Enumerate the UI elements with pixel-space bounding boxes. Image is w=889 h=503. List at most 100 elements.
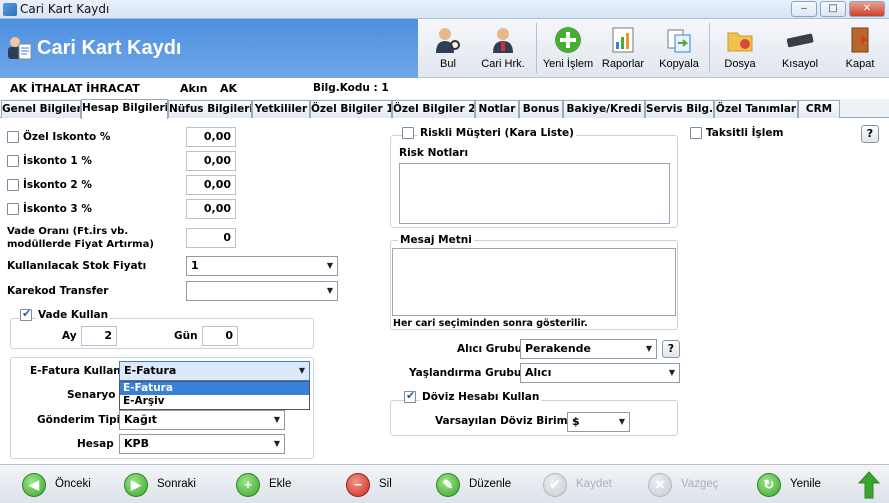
ozel-iskonto-input[interactable]: 0,00 — [186, 127, 236, 147]
efatura-option-efatura[interactable]: E-Fatura — [120, 382, 309, 395]
mesaj-metni-textarea[interactable] — [392, 248, 676, 316]
iskonto3-input[interactable]: 0,00 — [186, 199, 236, 219]
new-transaction-button[interactable]: Yeni İşlem — [540, 19, 596, 78]
vade-orani-input[interactable]: 0 — [186, 228, 236, 248]
scroll-top-arrow-icon[interactable] — [858, 471, 880, 499]
efatura-option-earsiv[interactable]: E-Arşiv — [120, 395, 309, 408]
person-icon — [493, 28, 513, 53]
close-window-button[interactable]: ✕ — [849, 1, 885, 17]
help-button[interactable]: ? — [861, 125, 879, 143]
shortcut-button[interactable]: Kısayol — [774, 19, 826, 78]
iskonto1-checkbox[interactable] — [7, 155, 19, 167]
iskonto3-checkbox[interactable] — [7, 203, 19, 215]
ozel-iskonto-checkbox[interactable] — [7, 131, 19, 143]
riskli-musteri-label: Riskli Müşteri (Kara Liste) — [418, 127, 576, 139]
gun-input[interactable]: 0 — [202, 326, 238, 346]
doviz-birimi-select[interactable]: $ ▼ — [567, 412, 630, 432]
ozel-iskonto-label: Özel Iskonto % — [23, 131, 111, 143]
efatura-dropdown-list: E-Fatura E-Arşiv — [119, 381, 310, 410]
doviz-hesabi-checkbox[interactable] — [404, 389, 416, 403]
tab-bakiye-kredi[interactable]: Bakiye/Kredi — [563, 100, 645, 118]
file-button[interactable]: Dosya — [714, 19, 766, 78]
find-button[interactable]: Bul — [426, 19, 470, 78]
tab-bar: Genel Bilgiler Hesap Bilgileri Nüfus Bil… — [0, 99, 889, 119]
iskonto2-label: İskonto 2 % — [23, 179, 92, 191]
folder-icon — [727, 32, 753, 52]
toolbar-separator — [536, 23, 537, 73]
maximize-button[interactable]: □ — [820, 1, 846, 17]
iskonto2-input[interactable]: 0,00 — [186, 175, 236, 195]
tab-bonus[interactable]: Bonus — [519, 100, 563, 118]
tab-ozel-tanimlar[interactable]: Özel Tanımlar — [714, 100, 798, 118]
chevron-down-icon: ▼ — [273, 439, 280, 448]
iskonto1-input[interactable]: 0,00 — [186, 151, 236, 171]
doviz-birimi-value: $ — [572, 415, 580, 428]
vade-orani-label-line1: Vade Oranı (Ft.İrs vb. — [7, 226, 129, 237]
stok-fiyati-select[interactable]: 1 ▼ — [186, 256, 338, 276]
doviz-birimi-label: Varsayılan Döviz Birimi — [435, 415, 572, 427]
karekod-select[interactable]: ▼ — [186, 281, 338, 301]
tab-ozel-bilgiler-1[interactable]: Özel Bilgiler 1 — [310, 100, 392, 118]
app-icon — [3, 3, 17, 16]
alici-grubu-help-button[interactable]: ? — [662, 340, 680, 358]
tab-notlar[interactable]: Notlar — [475, 100, 519, 118]
window-titlebar: Cari Kart Kaydı ‒ □ ✕ — [0, 0, 889, 19]
ay-input[interactable]: 2 — [81, 326, 117, 346]
efatura-value: E-Fatura — [124, 364, 177, 377]
account-movements-button[interactable]: Cari Hrk. — [475, 19, 531, 78]
risk-notlari-label: Risk Notları — [399, 147, 469, 159]
pencil-icon: ✎ — [436, 473, 460, 497]
gonderim-tipi-select[interactable]: Kağıt ▼ — [119, 410, 285, 430]
alici-grubu-select[interactable]: Perakende ▼ — [520, 339, 657, 359]
yaslandirma-select[interactable]: Alıcı ▼ — [520, 363, 680, 383]
save-button[interactable]: ✔ Kaydet — [543, 473, 623, 497]
tab-servis-bilg[interactable]: Servis Bilg. — [645, 100, 714, 118]
add-button[interactable]: + Ekle — [236, 473, 306, 497]
customer-card-icon — [8, 37, 32, 60]
reports-button[interactable]: Raporlar — [598, 19, 648, 78]
previous-button[interactable]: ◀ Önceki — [22, 473, 102, 497]
alici-grubu-value: Perakende — [525, 342, 592, 355]
stok-fiyati-label: Kullanılacak Stok Fiyatı — [7, 260, 147, 272]
efatura-select[interactable]: E-Fatura ▼ — [119, 361, 310, 381]
toolbar-separator — [709, 23, 710, 73]
vade-orani-label-line2: modüllerde Fiyat Artırma) — [7, 239, 154, 250]
gonderim-tipi-label: Gönderim Tipi — [37, 414, 121, 426]
info-code: Bilg.Kodu : 1 — [313, 82, 389, 94]
delete-button[interactable]: − Sil — [346, 473, 406, 497]
toolbar: Bul Cari Hrk. Yeni İşlem Raporlar Kopyal… — [418, 19, 889, 78]
edit-button[interactable]: ✎ Düzenle — [436, 473, 516, 497]
vade-kullan-label: Vade Kullan — [36, 309, 111, 321]
chevron-down-icon: ▼ — [668, 368, 675, 377]
tab-yetkililer[interactable]: Yetkililer — [252, 100, 310, 118]
vade-kullan-checkbox[interactable] — [20, 307, 32, 321]
copy-button[interactable]: Kopyala — [654, 19, 704, 78]
refresh-button[interactable]: ↻ Yenile — [757, 473, 837, 497]
alici-grubu-label: Alıcı Grubu — [457, 343, 523, 355]
taksitli-islem-label: Taksitli İşlem — [706, 127, 784, 139]
copy-icon — [667, 29, 691, 53]
taksitli-islem-checkbox[interactable] — [690, 127, 702, 139]
tab-genel-bilgiler[interactable]: Genel Bilgiler — [1, 100, 81, 118]
tab-ozel-bilgiler-2[interactable]: Özel Bilgiler 2 — [392, 100, 475, 118]
karekod-label: Karekod Transfer — [7, 285, 109, 297]
checkmark-icon: ✔ — [543, 473, 567, 497]
tab-crm[interactable]: CRM — [798, 100, 840, 118]
person-name: Akın — [180, 82, 208, 95]
risk-notlari-textarea[interactable] — [399, 163, 670, 224]
hesap-select[interactable]: KPB ▼ — [119, 434, 285, 454]
close-form-button[interactable]: Kapat — [836, 19, 884, 78]
minimize-button[interactable]: ‒ — [791, 1, 817, 17]
next-button[interactable]: ▶ Sonraki — [124, 473, 204, 497]
iskonto2-checkbox[interactable] — [7, 179, 19, 191]
cancel-button[interactable]: ✕ Vazgeç — [648, 473, 728, 497]
form-header: Cari Kart Kaydı — [0, 19, 418, 78]
tab-hesap-bilgileri[interactable]: Hesap Bilgileri — [81, 99, 168, 119]
chevron-down-icon: ▼ — [326, 286, 333, 295]
vade-group — [10, 318, 314, 349]
x-icon: ✕ — [648, 473, 672, 497]
arrow-right-icon: ▶ — [124, 473, 148, 497]
tab-nufus-bilgileri[interactable]: Nüfus Bilgileri — [168, 100, 252, 118]
arrow-left-icon: ◀ — [22, 473, 46, 497]
riskli-musteri-checkbox[interactable] — [402, 127, 414, 139]
